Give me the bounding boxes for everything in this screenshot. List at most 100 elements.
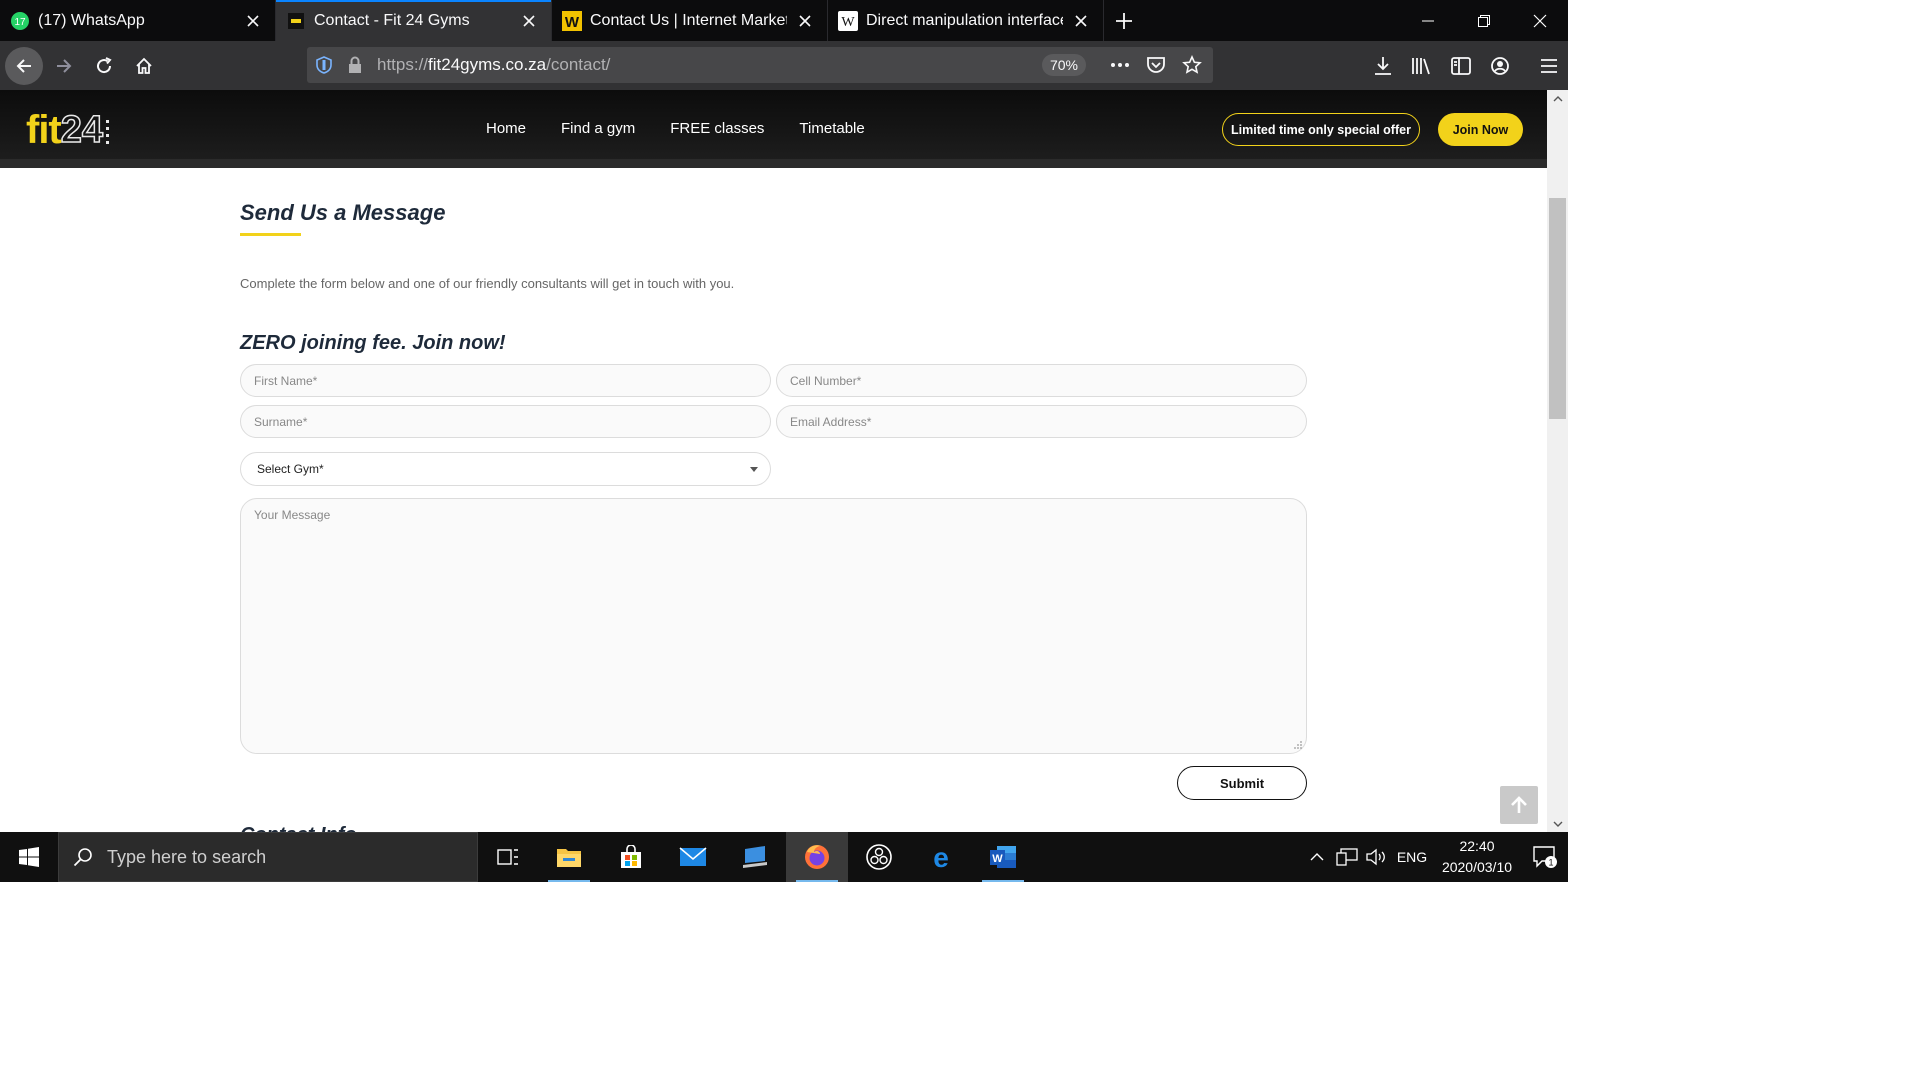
- tab-strip: 17 (17) WhatsApp Contact - Fit 24 Gyms W…: [0, 0, 1568, 41]
- title-underline: [240, 233, 301, 236]
- taskbar-search[interactable]: Type here to search: [58, 832, 478, 882]
- page-viewport: fit 24 Home Find a gym FREE classes Timet…: [0, 90, 1547, 832]
- logo-dots: [106, 120, 110, 144]
- microsoft-store-icon[interactable]: [600, 832, 662, 882]
- menu-item-find-a-gym[interactable]: Find a gym: [561, 120, 635, 137]
- mail-icon[interactable]: [662, 832, 724, 882]
- obs-icon[interactable]: [848, 832, 910, 882]
- scroll-up-icon[interactable]: [1547, 90, 1568, 107]
- contact-info-heading: Contact Info: [240, 824, 357, 832]
- form-subheading: ZERO joining fee. Join now!: [240, 332, 506, 354]
- join-now-button[interactable]: Join Now: [1438, 113, 1523, 146]
- tab-label: Direct manipulation interface -: [866, 11, 1063, 29]
- firefox-icon[interactable]: [786, 832, 848, 882]
- hamburger-menu-icon[interactable]: [1529, 41, 1568, 90]
- tab-contact-fit24[interactable]: Contact - Fit 24 Gyms: [276, 0, 552, 41]
- new-tab-icon[interactable]: [1104, 0, 1144, 41]
- edge-icon[interactable]: e: [910, 832, 972, 882]
- address-bar[interactable]: https://fit24gyms.co.za/contact/ 70%: [307, 47, 1213, 83]
- close-tab-icon[interactable]: [519, 11, 539, 31]
- notifications-icon[interactable]: 1: [1522, 832, 1568, 882]
- first-name-field[interactable]: [240, 364, 771, 397]
- main-menu: Home Find a gym FREE classes Timetable: [486, 120, 865, 137]
- close-window-icon[interactable]: [1512, 0, 1568, 41]
- restore-icon[interactable]: [1456, 0, 1512, 41]
- page-title: Send Us a Message: [240, 200, 446, 225]
- resize-grip-icon[interactable]: [1293, 740, 1303, 750]
- arrow-up-icon: [1511, 796, 1527, 813]
- downloads-icon[interactable]: [1363, 41, 1402, 90]
- tab-label: (17) WhatsApp: [38, 11, 145, 29]
- system-tray: ENG 22:40 2020/03/10 1: [1302, 832, 1568, 882]
- cell-number-field[interactable]: [776, 364, 1307, 397]
- svg-text:W: W: [565, 14, 580, 31]
- lock-icon[interactable]: [341, 56, 369, 74]
- svg-text:W: W: [992, 853, 1003, 865]
- url-text: https://fit24gyms.co.za/contact/: [377, 55, 611, 74]
- scroll-to-top-button[interactable]: [1500, 786, 1538, 824]
- zoom-indicator[interactable]: 70%: [1041, 54, 1086, 76]
- forward-arrow-icon[interactable]: [45, 47, 83, 85]
- chevron-up-icon[interactable]: [1302, 832, 1332, 882]
- svg-text:1: 1: [1548, 858, 1553, 868]
- search-icon: [73, 848, 92, 867]
- scroll-thumb[interactable]: [1549, 198, 1566, 419]
- email-field[interactable]: [776, 405, 1307, 438]
- windows-taskbar: Type here to search e W ENG 22:40 2020/0…: [0, 832, 1568, 882]
- volume-icon[interactable]: [1362, 832, 1392, 882]
- close-tab-icon[interactable]: [795, 11, 815, 31]
- tab-label: Contact - Fit 24 Gyms: [314, 11, 470, 29]
- language-indicator[interactable]: ENG: [1392, 849, 1432, 865]
- message-textarea[interactable]: [240, 498, 1307, 754]
- clock-time: 22:40: [1459, 838, 1495, 854]
- wikipedia-icon: W: [838, 10, 858, 31]
- network-icon[interactable]: [1332, 832, 1362, 882]
- page-scrollbar[interactable]: [1547, 90, 1568, 832]
- clock[interactable]: 22:40 2020/03/10: [1432, 836, 1522, 878]
- svg-text:17: 17: [14, 17, 26, 28]
- bookmark-star-icon[interactable]: [1179, 55, 1205, 75]
- clock-date: 2020/03/10: [1441, 859, 1513, 875]
- menu-item-timetable[interactable]: Timetable: [799, 120, 864, 137]
- account-icon[interactable]: [1480, 41, 1519, 90]
- close-tab-icon[interactable]: [243, 11, 263, 31]
- reload-icon[interactable]: [85, 47, 123, 85]
- scroll-down-icon[interactable]: [1547, 815, 1568, 832]
- window-controls: [1400, 0, 1568, 41]
- close-tab-icon[interactable]: [1071, 11, 1091, 31]
- pocket-icon[interactable]: [1143, 56, 1169, 74]
- back-arrow-icon[interactable]: [5, 46, 43, 85]
- special-offer-button[interactable]: Limited time only special offer: [1222, 113, 1420, 146]
- minimize-icon[interactable]: [1400, 0, 1456, 41]
- windows-start-icon[interactable]: [0, 832, 58, 882]
- word-icon[interactable]: W: [972, 832, 1034, 882]
- whatsapp-icon: 17: [10, 11, 30, 31]
- library-icon[interactable]: [1402, 41, 1441, 90]
- w-favicon-icon: W: [562, 10, 582, 31]
- more-actions-icon[interactable]: [1107, 62, 1133, 68]
- tab-whatsapp[interactable]: 17 (17) WhatsApp: [0, 0, 276, 41]
- tab-wikipedia[interactable]: W Direct manipulation interface -: [828, 0, 1104, 41]
- svg-text:W: W: [841, 15, 855, 30]
- form-intro-text: Complete the form below and one of our f…: [240, 276, 735, 291]
- tracking-protection-shield-icon[interactable]: [307, 56, 341, 74]
- menu-item-free-classes[interactable]: FREE classes: [670, 120, 764, 137]
- gym-select-value: Select Gym*: [257, 462, 324, 476]
- tab-contact-us[interactable]: W Contact Us | Internet Marketing: [552, 0, 828, 41]
- home-icon[interactable]: [125, 47, 163, 85]
- sidebar-icon[interactable]: [1441, 41, 1480, 90]
- surname-field[interactable]: [240, 405, 771, 438]
- fit24-logo[interactable]: fit 24: [26, 109, 110, 151]
- site-header: fit 24 Home Find a gym FREE classes Timet…: [0, 90, 1547, 168]
- menu-item-home[interactable]: Home: [486, 120, 526, 137]
- navigation-toolbar: https://fit24gyms.co.za/contact/ 70%: [0, 41, 1568, 90]
- svg-text:e: e: [933, 844, 949, 870]
- submit-button[interactable]: Submit: [1177, 766, 1307, 800]
- fit24-favicon-icon: [286, 11, 306, 31]
- toolbar-right: [1363, 41, 1568, 90]
- search-placeholder: Type here to search: [107, 846, 267, 867]
- gym-select[interactable]: Select Gym*: [240, 452, 771, 486]
- file-explorer-icon[interactable]: [538, 832, 600, 882]
- task-view-icon[interactable]: [478, 832, 538, 882]
- remote-desktop-icon[interactable]: [724, 832, 786, 882]
